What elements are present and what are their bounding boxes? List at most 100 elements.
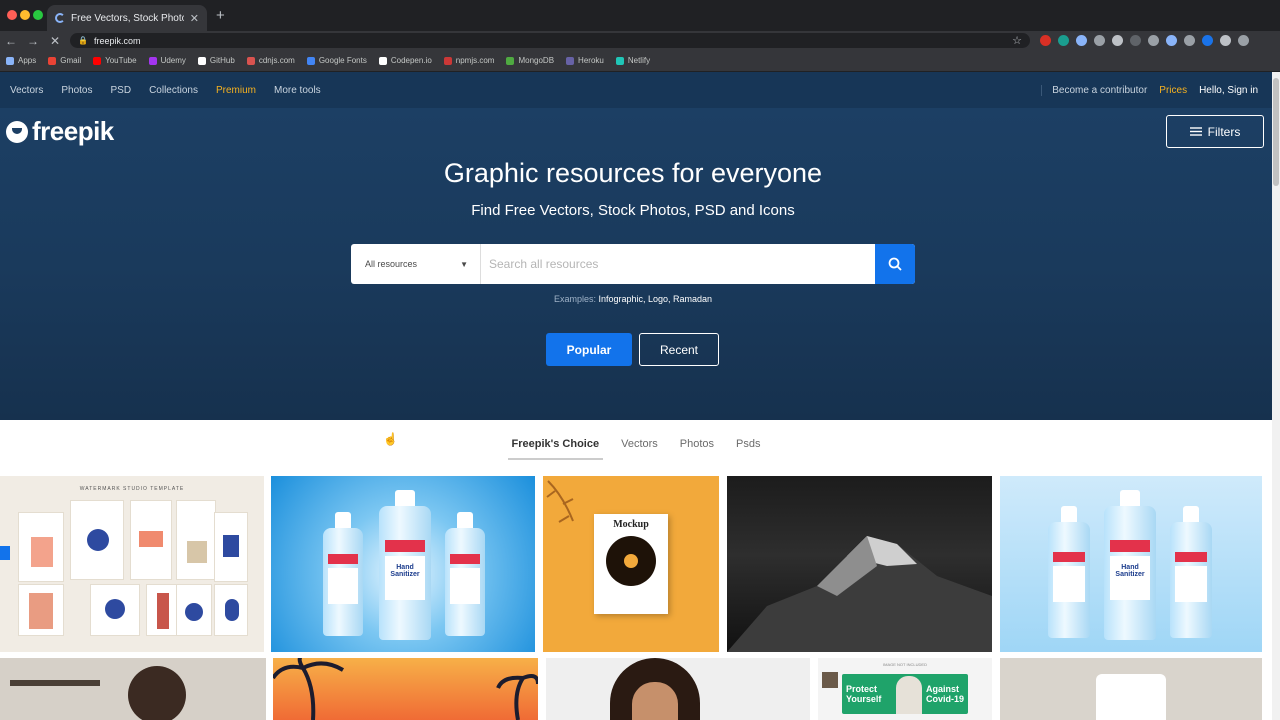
bookmark-star-icon[interactable]: ☆ [1012, 34, 1022, 47]
thumbnail-mountain-peak[interactable] [727, 476, 992, 652]
tab-title: Free Vectors, Stock Photos & Fr [71, 12, 184, 24]
filters-icon [1189, 127, 1202, 136]
nav-more-tools[interactable]: More tools [274, 85, 321, 96]
bookmark-favicon-icon [6, 56, 14, 65]
search-box: All resources ▼ [351, 244, 915, 284]
freepik-logo[interactable]: freepik [6, 116, 114, 147]
thumbnail-poster-templates[interactable]: WATERMARK STUDIO TEMPLATE [0, 476, 264, 652]
nav-psd[interactable]: PSD [111, 85, 132, 96]
popular-button[interactable]: Popular [546, 333, 632, 366]
thumbnail-covid-banner[interactable]: IMAGE NOT INCLUDED Protect Yourself Agai… [818, 658, 992, 720]
tab-psds[interactable]: Psds [732, 426, 764, 462]
minimize-window-button[interactable] [20, 10, 30, 20]
bookmark-youtube[interactable]: YouTube [93, 56, 137, 65]
thumbnail-hand-sanitizer-light[interactable]: Hand Sanitizer [1000, 476, 1262, 652]
bookmark-label: Udemy [160, 56, 186, 65]
bookmark-favicon-icon [148, 56, 157, 65]
bookmark-favicon-icon [197, 56, 206, 65]
tab-photos[interactable]: Photos [676, 426, 718, 462]
extensions-row [1040, 35, 1249, 46]
extension-icon[interactable] [1184, 35, 1195, 46]
bookmark-favicon-icon [48, 56, 57, 65]
close-window-button[interactable] [7, 10, 17, 20]
extension-icon[interactable] [1148, 35, 1159, 46]
stop-loading-icon[interactable]: ✕ [44, 34, 66, 48]
browser-tab-freepik[interactable]: Free Vectors, Stock Photos & Fr ✕ [47, 5, 207, 31]
bookmark-cdnjs-com[interactable]: cdnjs.com [246, 56, 295, 65]
thumbnail-tshirt[interactable] [1000, 658, 1262, 720]
become-contributor-link[interactable]: Become a contributor [1041, 84, 1147, 96]
recent-button[interactable]: Recent [639, 333, 719, 366]
loading-spinner-icon [55, 13, 65, 23]
bookmark-favicon-icon [378, 56, 387, 65]
tab-vectors[interactable]: Vectors [617, 426, 662, 462]
bookmark-label: npmjs.com [455, 56, 495, 65]
extension-icon[interactable] [1130, 35, 1141, 46]
examples-links[interactable]: Infographic, Logo, Ramadan [598, 294, 712, 304]
back-arrow-icon[interactable]: ← [0, 34, 22, 48]
search-input[interactable] [481, 244, 875, 284]
bookmark-favicon-icon [306, 56, 315, 65]
bookmark-apps[interactable]: Apps [6, 56, 36, 65]
bookmark-codepen-io[interactable]: Codepen.io [378, 56, 432, 65]
bookmark-npmjs-com[interactable]: npmjs.com [443, 56, 495, 65]
search-button[interactable] [875, 244, 915, 284]
maximize-window-button[interactable] [33, 10, 43, 20]
bookmark-label: Google Fonts [318, 56, 367, 65]
extension-icon[interactable] [1040, 35, 1051, 46]
flower-icon [606, 536, 656, 586]
filters-button[interactable]: Filters [1166, 115, 1264, 148]
nav-vectors[interactable]: Vectors [10, 85, 43, 96]
new-tab-button[interactable]: + [216, 7, 225, 24]
bookmark-udemy[interactable]: Udemy [148, 56, 186, 65]
bookmark-label: cdnjs.com [258, 56, 295, 65]
bookmark-label: Netlify [627, 56, 651, 65]
address-url: freepik.com [93, 35, 141, 46]
extension-icon[interactable] [1058, 35, 1069, 46]
hero-title: Graphic resources for everyone [443, 158, 823, 188]
forward-arrow-icon[interactable]: → [22, 34, 44, 48]
thumbnail-woman-curly-hair[interactable] [546, 658, 810, 720]
mockup-label: Mockup [613, 519, 649, 530]
pricing-link[interactable]: Prices [1159, 85, 1187, 96]
nav-collections[interactable]: Collections [149, 85, 198, 96]
side-feedback-tab[interactable] [0, 546, 10, 560]
extension-icon[interactable] [1076, 35, 1087, 46]
bottle-label: Hand Sanitizer [1110, 556, 1150, 600]
profile-avatar-icon[interactable] [1220, 35, 1231, 46]
bookmark-label: YouTube [105, 56, 137, 65]
thumbnail-tropical-sunset[interactable] [273, 658, 538, 720]
bookmark-mongodb[interactable]: MongoDB [506, 56, 554, 65]
banner-right-text: Against Covid-19 [926, 684, 965, 704]
bookmark-favicon-icon [443, 56, 452, 65]
chevron-down-icon: ▼ [460, 259, 468, 269]
resource-type-value: All resources [365, 259, 418, 269]
extension-icon[interactable] [1094, 35, 1105, 46]
tab-freepiks-choice[interactable]: Freepik's Choice [507, 426, 604, 462]
extension-icon[interactable] [1166, 35, 1177, 46]
bookmark-heroku[interactable]: Heroku [566, 56, 604, 65]
bookmark-favicon-icon [506, 56, 515, 65]
bookmark-github[interactable]: GitHub [197, 56, 235, 65]
browser-menu-icon[interactable] [1238, 35, 1249, 46]
hero-subtitle: Find Free Vectors, Stock Photos, PSD and… [471, 202, 795, 219]
bookmark-favicon-icon [566, 56, 575, 65]
close-tab-icon[interactable]: ✕ [190, 12, 199, 25]
bookmark-netlify[interactable]: Netlify [615, 56, 651, 65]
thumbnail-hand-sanitizer-blue[interactable]: Hand Sanitizer [271, 476, 535, 652]
bookmark-gmail[interactable]: Gmail [48, 56, 81, 65]
palm-tree-icon [273, 658, 538, 720]
scrollbar-thumb[interactable] [1273, 78, 1279, 186]
search-examples: Examples: Infographic, Logo, Ramadan [0, 294, 1266, 304]
extension-icon[interactable] [1202, 35, 1213, 46]
thumbnail-mockup-card[interactable]: Mockup [543, 476, 719, 652]
thumbnail-man-headphones[interactable] [0, 658, 266, 720]
extension-icon[interactable] [1112, 35, 1123, 46]
nav-premium[interactable]: Premium [216, 85, 256, 96]
bookmark-google-fonts[interactable]: Google Fonts [306, 56, 367, 65]
resource-type-select[interactable]: All resources ▼ [351, 244, 481, 284]
address-bar[interactable]: 🔒 freepik.com ☆ [70, 33, 1030, 48]
mouse-cursor-icon: ☝ [383, 432, 398, 446]
nav-photos[interactable]: Photos [61, 85, 92, 96]
sign-in-link[interactable]: Hello, Sign in [1199, 85, 1258, 96]
